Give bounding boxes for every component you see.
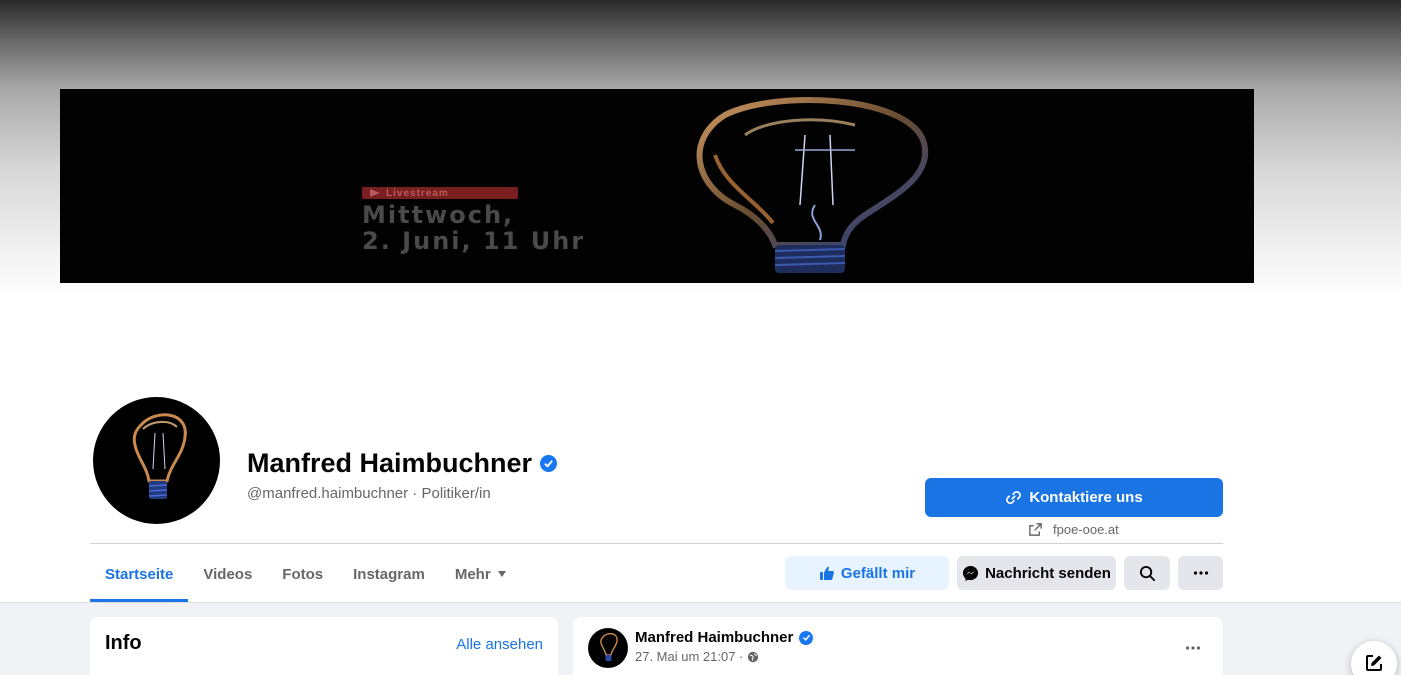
cover-headline-line1: Mittwoch, [362, 201, 515, 229]
tab-mehr[interactable]: Mehr [440, 546, 521, 602]
post-timestamp[interactable]: 27. Mai um 21:07 · [635, 649, 743, 664]
tab-label: Fotos [282, 565, 324, 583]
post-meta: 27. Mai um 21:07 · [635, 649, 759, 664]
contact-button-label: Kontaktiere uns [1029, 489, 1143, 506]
post-author-name[interactable]: Manfred Haimbuchner [635, 629, 793, 646]
profile-name-row: Manfred Haimbuchner [247, 448, 558, 479]
post-author-avatar[interactable] [588, 628, 628, 668]
more-options-button[interactable] [1178, 556, 1223, 590]
caret-down-icon [497, 571, 506, 577]
verified-badge-icon [799, 630, 814, 645]
tab-fotos[interactable]: Fotos [267, 546, 338, 602]
info-card: Info Alle ansehen [90, 617, 558, 675]
post-options-button[interactable] [1185, 637, 1201, 655]
compose-icon [1366, 655, 1382, 671]
search-button[interactable] [1124, 556, 1170, 590]
cover-photo[interactable]: Livestream Mittwoch, 2. Juni, 11 Uhr [60, 89, 1254, 283]
lightbulb-image [600, 632, 618, 661]
tab-videos[interactable]: Videos [188, 546, 267, 602]
thumbs-up-icon [819, 566, 834, 580]
profile-avatar[interactable] [93, 397, 220, 524]
post-card: Manfred Haimbuchner 27. Mai um 21:07 · [573, 617, 1223, 675]
message-button[interactable]: Nachricht senden [957, 556, 1116, 590]
tab-startseite[interactable]: Startseite [90, 546, 189, 602]
profile-handle: @manfred.haimbuchner · Politiker/in [247, 485, 491, 502]
page-title: Manfred Haimbuchner [247, 448, 533, 478]
external-link-icon [1029, 523, 1042, 536]
play-icon [370, 189, 380, 197]
tab-instagram[interactable]: Instagram [338, 546, 440, 602]
verified-badge-icon [540, 455, 558, 472]
post-author-row: Manfred Haimbuchner [635, 629, 814, 646]
tab-label: Mehr [454, 565, 491, 583]
link-icon [1006, 490, 1022, 505]
website-link[interactable]: fpoe-ooe.at [1028, 522, 1119, 537]
see-all-link[interactable]: Alle ansehen [456, 636, 543, 653]
header-divider [90, 543, 1223, 544]
contact-button[interactable]: Kontaktiere uns [925, 478, 1223, 517]
like-button-label: Gefällt mir [840, 564, 916, 582]
feed-separator [0, 602, 1401, 603]
info-card-title: Info [105, 632, 142, 654]
website-label: fpoe-ooe.at [1053, 522, 1119, 537]
more-icon [1193, 571, 1208, 575]
like-button[interactable]: Gefällt mir [785, 556, 949, 590]
tab-label: Startseite [105, 565, 174, 583]
profile-tabs: Startseite Videos Fotos Instagram Mehr [90, 546, 521, 602]
lightbulb-image [696, 97, 929, 273]
cover-headline-line2: 2. Juni, 11 Uhr [362, 227, 586, 255]
more-icon [1185, 646, 1201, 650]
livestream-badge: Livestream [362, 187, 518, 199]
search-icon [1139, 565, 1155, 581]
lightbulb-image [132, 413, 187, 499]
tab-label: Videos [203, 565, 253, 583]
globe-icon [748, 651, 759, 662]
livestream-label: Livestream [386, 187, 449, 199]
message-button-label: Nachricht senden [985, 564, 1111, 582]
tab-label: Instagram [353, 565, 425, 583]
messenger-icon [963, 565, 979, 581]
